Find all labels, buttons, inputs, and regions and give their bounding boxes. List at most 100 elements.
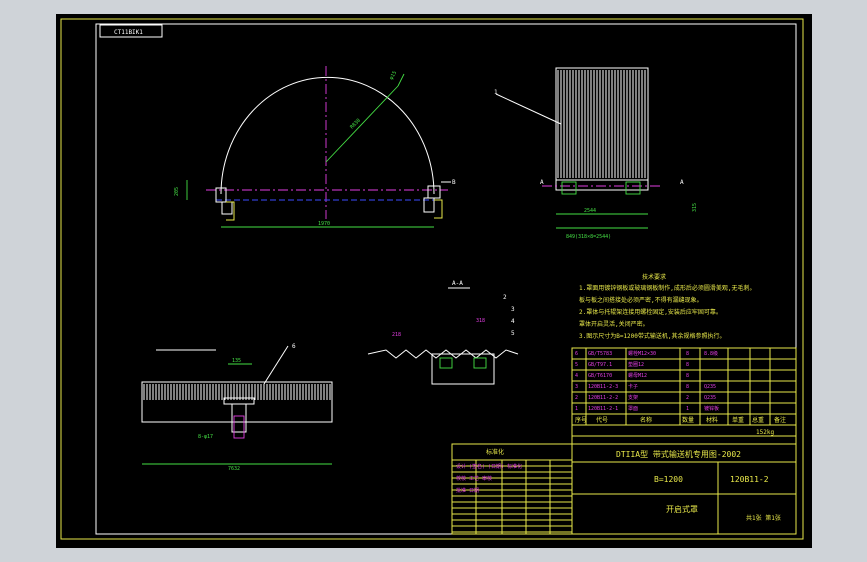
front-view: R830 φ15 205 1970 B xyxy=(174,66,456,228)
right-height-dim: 315 xyxy=(692,203,698,212)
detail-view: 7632 135 6 8-φ17 xyxy=(141,343,333,472)
bom-header-cell: 序号 xyxy=(575,416,587,424)
bom-cell: 8 xyxy=(686,362,689,368)
bom-cell: 120B11-2-2 xyxy=(588,395,618,401)
section-balloon-5: 5 xyxy=(511,330,515,337)
section-balloon-4: 4 xyxy=(511,318,515,325)
bom-cell: GB/T6170 xyxy=(588,373,612,379)
section-aa: A-A 218 318 2 3 4 5 xyxy=(367,280,519,385)
bom-cell: 8.8级 xyxy=(704,350,718,357)
section-frame xyxy=(431,353,495,385)
section-balloon-2: 2 xyxy=(503,294,507,301)
bom-header-cell: 单重 xyxy=(732,416,744,424)
bom-cell: 镀锌板 xyxy=(704,405,719,412)
chord-dim: 1970 xyxy=(318,221,330,227)
notes-title: 技术要求 xyxy=(642,273,666,281)
bom-cell: 螺母M12 xyxy=(628,372,647,379)
outer-border xyxy=(60,18,804,540)
bom-cell: 3 xyxy=(575,384,578,390)
bom-cell: 120B11-2-1 xyxy=(588,406,618,412)
bom-cell: GB/T97.1 xyxy=(588,362,612,368)
detail-hole: 8-φ17 xyxy=(198,434,213,440)
section-clamp-left xyxy=(439,357,453,369)
titleblock-left-header: 标准化 xyxy=(486,448,504,456)
bom-header-cell: 总重 xyxy=(752,416,764,424)
section-letter-a-right: A xyxy=(680,179,684,186)
section-dim-2: 318 xyxy=(476,318,485,324)
section-aa-label: A-A xyxy=(452,280,463,287)
bom-header-cell: 材料 xyxy=(706,416,718,424)
balloon-1: 1 xyxy=(494,89,498,96)
bom-cell: 罩面 xyxy=(628,406,638,412)
titleblock-left-row: 批准 日期 xyxy=(456,487,479,494)
bom-header-cell: 备注 xyxy=(774,416,786,424)
bom-cell: 8 xyxy=(686,373,689,379)
panel-base xyxy=(555,179,649,191)
bom-table: 6 GB/T5783 螺栓M12×30 8 8.8级 5 GB/T97.1 垫圈… xyxy=(571,347,797,445)
drawing-model: B=1200 xyxy=(654,475,683,484)
left-channel xyxy=(226,201,235,221)
bom-cell: 1 xyxy=(575,406,578,412)
titleblock-grid xyxy=(452,459,572,534)
note-line-5: 3.图示尺寸为B=1200带式输送机,其余规格参照执行。 xyxy=(579,332,726,340)
bom-row: 2 120B11-2-2 支架 2 Q235 xyxy=(575,394,716,401)
bom-cell: 8 xyxy=(686,351,689,357)
section-letter-b: B xyxy=(452,179,456,186)
bom-cell: 2 xyxy=(686,395,689,401)
note-line-2: 板与板之间搭接处必须严密,不得有漏缝现象。 xyxy=(579,296,703,304)
right-channel xyxy=(434,199,443,219)
section-letter-a-left: A xyxy=(540,179,544,186)
bom-header-cell: 名称 xyxy=(640,416,652,424)
bom-cell: GB/T5783 xyxy=(588,351,612,357)
bom-cell: 垫圈12 xyxy=(628,361,644,368)
bom-cell: 8 xyxy=(686,384,689,390)
cover-arc xyxy=(220,76,435,195)
bom-cell: Q235 xyxy=(704,395,716,401)
side-view: A A 1 2544 849(318×8=2544) 315 xyxy=(494,67,698,240)
radius-label: R830 xyxy=(349,118,362,131)
balloon-1-leader xyxy=(495,93,562,125)
bom-row: 6 GB/T5783 螺栓M12×30 8 8.8级 xyxy=(575,350,718,357)
total-weight: 152kg xyxy=(756,429,774,436)
section-balloon-3: 3 xyxy=(511,306,515,313)
bom-cell: Q235 xyxy=(704,384,716,390)
diameter-label: φ15 xyxy=(389,70,399,81)
section-dim-1: 218 xyxy=(392,332,401,338)
bom-header-cell: 代号 xyxy=(596,416,608,424)
bom-row: 1 120B11-2-1 罩面 1 镀锌板 xyxy=(575,405,719,412)
bom-header: 序号 代号 名称 数量 材料 单重 总重 备注 xyxy=(575,416,786,424)
titleblock-left-row: 校核 工艺 审核 xyxy=(456,475,492,482)
radius-tip xyxy=(397,73,405,87)
bom-cell: 支架 xyxy=(628,394,638,401)
title-block: DTIIA型 带式输送机专用图-2002 B=1200 120B11-2 开启式… xyxy=(451,443,797,535)
bom-cell: 2 xyxy=(575,395,578,401)
bottom-dim: 2544 xyxy=(584,208,596,214)
drawing-sheet: CT11BIK1 R830 φ15 205 1970 B A A 1 2544 … xyxy=(56,14,812,548)
drawing-series-title: DTIIA型 带式输送机专用图-2002 xyxy=(616,449,741,459)
side-bracket-left xyxy=(561,181,577,195)
detail-width-dim: 135 xyxy=(232,358,241,364)
drawing-name: 开启式罩 xyxy=(666,504,698,514)
cad-viewport: CT11BIK1 R830 φ15 205 1970 B A A 1 2544 … xyxy=(0,0,867,562)
detail-balloon-6: 6 xyxy=(292,343,296,350)
detail-clamp xyxy=(233,415,245,439)
technical-notes: 技术要求 1.罩面用镀锌钢板或玻璃钢板制作,成形后必须圆滑美观,无毛刺。 板与板… xyxy=(579,273,755,340)
left-clamp xyxy=(221,201,233,215)
detail-total-dim: 7632 xyxy=(228,466,240,472)
bom-row: 4 GB/T6170 螺母M12 8 xyxy=(575,372,689,379)
side-bracket-right xyxy=(625,181,641,195)
radius-leader xyxy=(325,85,399,163)
bom-cell: 5 xyxy=(575,362,578,368)
total-dim: 849(318×8=2544) xyxy=(566,234,611,240)
section-clamp-right xyxy=(473,357,487,369)
bom-cell: 120B11-2-3 xyxy=(588,384,618,390)
bom-cell: 1 xyxy=(686,406,689,412)
titleblock-left-row: 设计 (签名) (日期) 标准化 xyxy=(456,463,522,470)
note-line-1: 1.罩面用镀锌钢板或玻璃钢板制作,成形后必须圆滑美观,无毛刺。 xyxy=(579,284,755,292)
bom-header-cell: 数量 xyxy=(682,416,694,424)
bom-cell: 螺栓M12×30 xyxy=(628,350,656,357)
bom-row: 3 120B11-2-3 卡子 8 Q235 xyxy=(575,383,716,390)
detail-leader-right xyxy=(263,345,289,385)
bom-row: 5 GB/T97.1 垫圈12 8 xyxy=(575,361,689,368)
bom-cell: 4 xyxy=(575,373,578,379)
